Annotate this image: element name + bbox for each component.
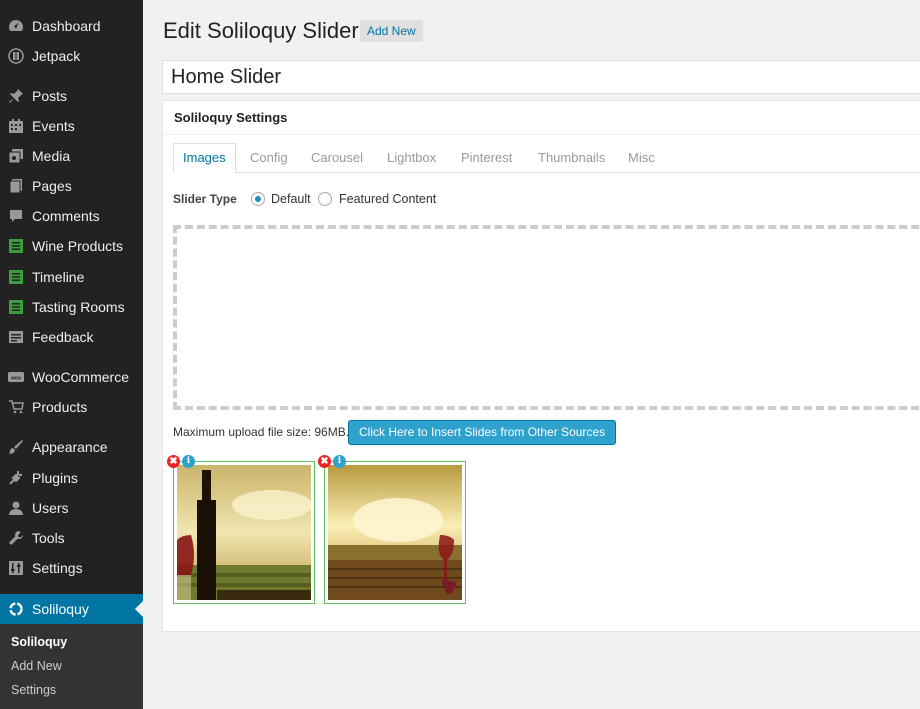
- sidebar-item-comments[interactable]: Comments: [0, 201, 143, 231]
- sidebar-item-appearance[interactable]: Appearance: [0, 432, 143, 462]
- submenu-item-settings[interactable]: Settings: [11, 683, 56, 697]
- sidebar-item-label: Appearance: [32, 439, 108, 455]
- sidebar-item-label: Media: [32, 148, 71, 164]
- tab-config[interactable]: Config: [250, 143, 288, 173]
- insert-slides-button[interactable]: Click Here to Insert Slides from Other S…: [348, 420, 617, 445]
- sidebar-item-label: Plugins: [32, 470, 78, 486]
- tab-thumbnails[interactable]: Thumbnails: [538, 143, 605, 173]
- cart-icon: [8, 399, 24, 415]
- sidebar-item-label: Users: [32, 500, 69, 516]
- slider-type-featured-label[interactable]: Featured Content: [339, 192, 436, 206]
- settings-box-heading: Soliloquy Settings: [163, 101, 920, 135]
- slide-upload-dropzone[interactable]: [173, 225, 920, 410]
- plug-icon: [8, 470, 24, 486]
- media-icon: [8, 148, 24, 164]
- feedback-icon: [8, 329, 24, 345]
- sidebar-item-woocommerce[interactable]: woo WooCommerce: [0, 362, 143, 392]
- sidebar-item-label: Posts: [32, 88, 68, 104]
- soliloquy-icon: [8, 601, 24, 617]
- sidebar-item-plugins[interactable]: Plugins: [0, 463, 143, 493]
- soliloquy-settings-box: Soliloquy Settings Images Config Carouse…: [162, 100, 920, 632]
- sidebar-item-media[interactable]: Media: [0, 141, 143, 171]
- woo-icon: woo: [8, 369, 24, 385]
- tab-images[interactable]: Images: [173, 143, 236, 173]
- vineyard-sunset-image: [328, 465, 462, 600]
- svg-text:woo: woo: [10, 376, 21, 382]
- slider-type-featured-radio[interactable]: [318, 192, 332, 206]
- sidebar-item-label: Wine Products: [32, 238, 124, 254]
- user-icon: [8, 500, 24, 516]
- sidebar-item-label: Products: [32, 399, 88, 415]
- list-icon: [8, 238, 24, 254]
- sidebar-item-timeline[interactable]: Timeline: [0, 262, 143, 292]
- sidebar-item-label: Events: [32, 118, 75, 134]
- list-icon: [8, 299, 24, 315]
- sidebar-item-soliloquy[interactable]: Soliloquy: [0, 594, 143, 624]
- slide-info-icon[interactable]: i: [182, 455, 195, 468]
- submenu-item-add-new[interactable]: Add New: [11, 659, 62, 673]
- settings-tabs: Images Config Carousel Lightbox Pinteres…: [173, 143, 920, 173]
- sidebar-item-jetpack[interactable]: Jetpack: [0, 41, 143, 71]
- sidebar-item-label: Settings: [32, 560, 83, 576]
- slider-type-default-radio[interactable]: [251, 192, 265, 206]
- brush-icon: [8, 439, 24, 455]
- max-upload-size-text: Maximum upload file size: 96MB.: [173, 425, 350, 439]
- tab-carousel[interactable]: Carousel: [311, 143, 363, 173]
- slide-thumbnail[interactable]: ✖ i: [167, 455, 315, 604]
- sidebar-item-feedback[interactable]: Feedback: [0, 322, 143, 352]
- tab-misc[interactable]: Misc: [628, 143, 655, 173]
- calendar-icon: [8, 118, 24, 134]
- sidebar-item-pages[interactable]: Pages: [0, 171, 143, 201]
- soliloquy-submenu: Soliloquy Add New Settings: [0, 624, 143, 709]
- remove-slide-icon[interactable]: ✖: [167, 455, 180, 468]
- slide-thumbnail[interactable]: ✖ i: [318, 455, 466, 604]
- dashboard-icon: [8, 18, 24, 34]
- sidebar-item-users[interactable]: Users: [0, 493, 143, 523]
- remove-slide-icon[interactable]: ✖: [318, 455, 331, 468]
- sidebar-item-label: WooCommerce: [32, 369, 129, 385]
- tab-pinterest[interactable]: Pinterest: [461, 143, 512, 173]
- slider-type-default-label[interactable]: Default: [271, 192, 311, 206]
- settings-icon: [8, 560, 24, 576]
- sidebar-item-label: Soliloquy: [32, 601, 89, 617]
- submenu-item-soliloquy[interactable]: Soliloquy: [11, 635, 67, 649]
- jetpack-icon: [8, 48, 24, 64]
- pages-icon: [8, 178, 24, 194]
- sidebar-item-label: Tools: [32, 530, 65, 546]
- slider-title-input[interactable]: Home Slider: [162, 60, 920, 94]
- sidebar-item-events[interactable]: Events: [0, 111, 143, 141]
- sidebar-item-label: Feedback: [32, 329, 94, 345]
- pin-icon: [8, 88, 24, 104]
- add-new-button[interactable]: Add New: [360, 20, 423, 42]
- sidebar-item-wine-products[interactable]: Wine Products: [0, 231, 143, 261]
- sidebar-item-products[interactable]: Products: [0, 392, 143, 422]
- comment-icon: [8, 208, 24, 224]
- sidebar-item-settings[interactable]: Settings: [0, 553, 143, 583]
- wrench-icon: [8, 530, 24, 546]
- admin-sidebar: Dashboard Jetpack Posts Events Media Pag…: [0, 0, 143, 709]
- sidebar-item-label: Timeline: [32, 269, 85, 285]
- page-title: Edit Soliloquy Slider: [163, 18, 359, 43]
- wine-bottle-image: [177, 465, 311, 600]
- slider-type-label: Slider Type: [173, 192, 237, 206]
- sidebar-item-tools[interactable]: Tools: [0, 523, 143, 553]
- sidebar-item-tasting-rooms[interactable]: Tasting Rooms: [0, 292, 143, 322]
- sidebar-item-label: Comments: [32, 208, 100, 224]
- tab-lightbox[interactable]: Lightbox: [387, 143, 436, 173]
- sidebar-item-label: Dashboard: [32, 18, 101, 34]
- sidebar-item-posts[interactable]: Posts: [0, 81, 143, 111]
- sidebar-item-label: Tasting Rooms: [32, 299, 125, 315]
- list-icon: [8, 269, 24, 285]
- sidebar-item-label: Jetpack: [32, 48, 81, 64]
- slide-info-icon[interactable]: i: [333, 455, 346, 468]
- sidebar-item-dashboard[interactable]: Dashboard: [0, 11, 143, 41]
- sidebar-item-label: Pages: [32, 178, 72, 194]
